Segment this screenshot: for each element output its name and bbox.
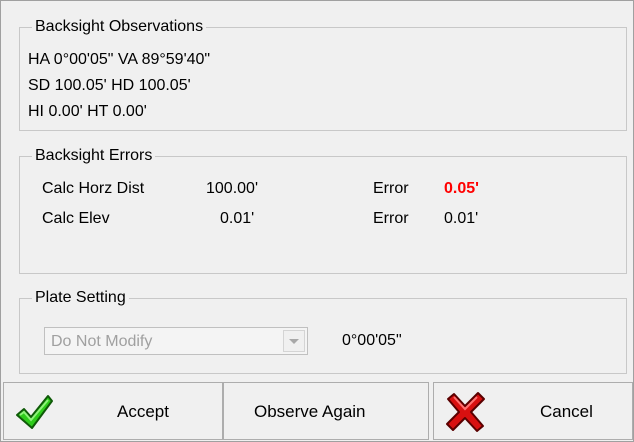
chevron-down-icon — [289, 339, 299, 344]
observation-angles-text: HA 0°00'05" VA 89°59'40" — [28, 51, 211, 68]
accept-button[interactable]: Accept — [3, 382, 223, 440]
horz-dist-error-label: Error — [373, 180, 409, 197]
plate-setting-group: Plate Setting Do Not Modify 0°00'05" — [19, 288, 627, 374]
elev-error-value: 0.01' — [444, 210, 479, 227]
backsight-observations-title: Backsight Observations — [32, 17, 207, 37]
calc-elev-label: Calc Elev — [42, 210, 110, 227]
plate-setting-title: Plate Setting — [32, 288, 129, 308]
observe-again-label: Observe Again — [254, 402, 366, 421]
accept-label: Accept — [117, 402, 169, 421]
red-x-icon — [444, 391, 486, 438]
backsight-errors-group: Backsight Errors Calc Horz Dist 100.00' … — [19, 146, 627, 274]
observe-again-button[interactable]: Observe Again — [223, 382, 429, 440]
plate-setting-selected-value: Do Not Modify — [51, 333, 153, 350]
plate-setting-dropdown[interactable]: Do Not Modify — [44, 327, 308, 355]
green-checkmark-icon — [14, 393, 54, 436]
cancel-label: Cancel — [540, 402, 593, 421]
observation-heights-text: HI 0.00' HT 0.00' — [28, 103, 147, 120]
backsight-errors-title: Backsight Errors — [32, 146, 156, 166]
backsight-dialog: Backsight Observations HA 0°00'05" VA 89… — [0, 0, 634, 442]
plate-angle-value: 0°00'05" — [342, 332, 402, 349]
calc-horz-dist-label: Calc Horz Dist — [42, 180, 145, 197]
observation-distances-text: SD 100.05' HD 100.05' — [28, 77, 191, 94]
dropdown-arrow-button[interactable] — [283, 330, 305, 352]
backsight-observations-group: Backsight Observations HA 0°00'05" VA 89… — [19, 17, 627, 131]
calc-elev-value: 0.01' — [220, 210, 255, 227]
cancel-button[interactable]: Cancel — [433, 382, 633, 440]
horz-dist-error-value: 0.05' — [444, 180, 479, 197]
calc-horz-dist-value: 100.00' — [206, 180, 258, 197]
elev-error-label: Error — [373, 210, 409, 227]
